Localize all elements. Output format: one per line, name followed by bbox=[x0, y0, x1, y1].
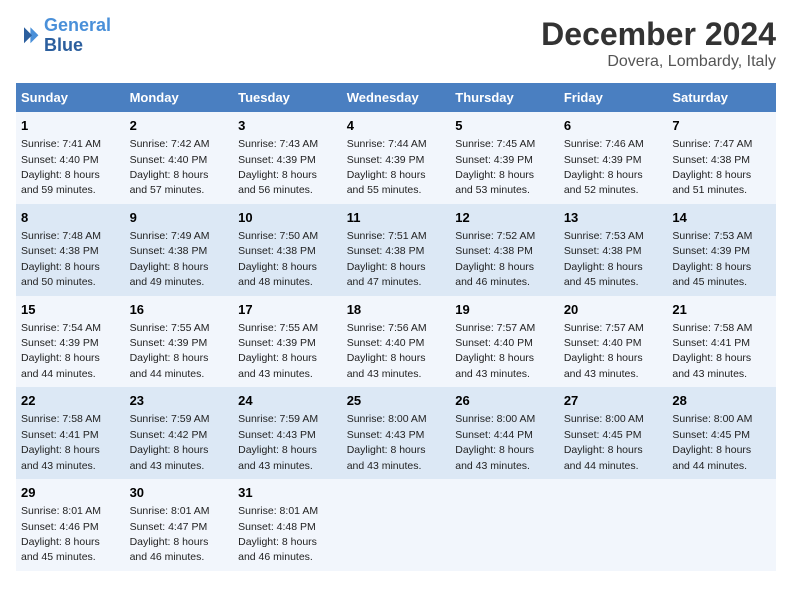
empty-cell-2 bbox=[450, 479, 559, 571]
day-15: 15 Sunrise: 7:54 AMSunset: 4:39 PMDaylig… bbox=[16, 296, 125, 388]
week-row-5: 29 Sunrise: 8:01 AMSunset: 4:46 PMDaylig… bbox=[16, 479, 776, 571]
day-22: 22 Sunrise: 7:58 AMSunset: 4:41 PMDaylig… bbox=[16, 387, 125, 479]
day-4: 4 Sunrise: 7:44 AMSunset: 4:39 PMDayligh… bbox=[342, 112, 451, 204]
logo-icon bbox=[16, 24, 40, 48]
day-14: 14 Sunrise: 7:53 AMSunset: 4:39 PMDaylig… bbox=[667, 204, 776, 296]
day-13: 13 Sunrise: 7:53 AMSunset: 4:38 PMDaylig… bbox=[559, 204, 668, 296]
day-20: 20 Sunrise: 7:57 AMSunset: 4:40 PMDaylig… bbox=[559, 296, 668, 388]
day-11: 11 Sunrise: 7:51 AMSunset: 4:38 PMDaylig… bbox=[342, 204, 451, 296]
day-7: 7 Sunrise: 7:47 AMSunset: 4:38 PMDayligh… bbox=[667, 112, 776, 204]
header-row: Sunday Monday Tuesday Wednesday Thursday… bbox=[16, 83, 776, 112]
day-28: 28 Sunrise: 8:00 AMSunset: 4:45 PMDaylig… bbox=[667, 387, 776, 479]
day-6: 6 Sunrise: 7:46 AMSunset: 4:39 PMDayligh… bbox=[559, 112, 668, 204]
week-row-2: 8 Sunrise: 7:48 AMSunset: 4:38 PMDayligh… bbox=[16, 204, 776, 296]
day-16: 16 Sunrise: 7:55 AMSunset: 4:39 PMDaylig… bbox=[125, 296, 234, 388]
day-1: 1 Sunrise: 7:41 AMSunset: 4:40 PMDayligh… bbox=[16, 112, 125, 204]
col-saturday: Saturday bbox=[667, 83, 776, 112]
day-30: 30 Sunrise: 8:01 AMSunset: 4:47 PMDaylig… bbox=[125, 479, 234, 571]
page-header: General Blue December 2024 Dovera, Lomba… bbox=[16, 16, 776, 71]
week-row-3: 15 Sunrise: 7:54 AMSunset: 4:39 PMDaylig… bbox=[16, 296, 776, 388]
day-17: 17 Sunrise: 7:55 AMSunset: 4:39 PMDaylig… bbox=[233, 296, 342, 388]
day-26: 26 Sunrise: 8:00 AMSunset: 4:44 PMDaylig… bbox=[450, 387, 559, 479]
col-wednesday: Wednesday bbox=[342, 83, 451, 112]
day-12: 12 Sunrise: 7:52 AMSunset: 4:38 PMDaylig… bbox=[450, 204, 559, 296]
day-27: 27 Sunrise: 8:00 AMSunset: 4:45 PMDaylig… bbox=[559, 387, 668, 479]
empty-cell-1 bbox=[342, 479, 451, 571]
day-29: 29 Sunrise: 8:01 AMSunset: 4:46 PMDaylig… bbox=[16, 479, 125, 571]
logo: General Blue bbox=[16, 16, 111, 56]
day-18: 18 Sunrise: 7:56 AMSunset: 4:40 PMDaylig… bbox=[342, 296, 451, 388]
day-10: 10 Sunrise: 7:50 AMSunset: 4:38 PMDaylig… bbox=[233, 204, 342, 296]
day-23: 23 Sunrise: 7:59 AMSunset: 4:42 PMDaylig… bbox=[125, 387, 234, 479]
day-25: 25 Sunrise: 8:00 AMSunset: 4:43 PMDaylig… bbox=[342, 387, 451, 479]
logo-text: General Blue bbox=[44, 16, 111, 56]
week-row-1: 1 Sunrise: 7:41 AMSunset: 4:40 PMDayligh… bbox=[16, 112, 776, 204]
day-24: 24 Sunrise: 7:59 AMSunset: 4:43 PMDaylig… bbox=[233, 387, 342, 479]
day-2: 2 Sunrise: 7:42 AMSunset: 4:40 PMDayligh… bbox=[125, 112, 234, 204]
calendar-title: December 2024 bbox=[541, 16, 776, 53]
day-19: 19 Sunrise: 7:57 AMSunset: 4:40 PMDaylig… bbox=[450, 296, 559, 388]
col-tuesday: Tuesday bbox=[233, 83, 342, 112]
calendar-subtitle: Dovera, Lombardy, Italy bbox=[541, 53, 776, 71]
col-thursday: Thursday bbox=[450, 83, 559, 112]
title-block: December 2024 Dovera, Lombardy, Italy bbox=[541, 16, 776, 71]
day-8: 8 Sunrise: 7:48 AMSunset: 4:38 PMDayligh… bbox=[16, 204, 125, 296]
col-monday: Monday bbox=[125, 83, 234, 112]
empty-cell-3 bbox=[559, 479, 668, 571]
day-5: 5 Sunrise: 7:45 AMSunset: 4:39 PMDayligh… bbox=[450, 112, 559, 204]
day-9: 9 Sunrise: 7:49 AMSunset: 4:38 PMDayligh… bbox=[125, 204, 234, 296]
day-31: 31 Sunrise: 8:01 AMSunset: 4:48 PMDaylig… bbox=[233, 479, 342, 571]
col-friday: Friday bbox=[559, 83, 668, 112]
day-21: 21 Sunrise: 7:58 AMSunset: 4:41 PMDaylig… bbox=[667, 296, 776, 388]
day-3: 3 Sunrise: 7:43 AMSunset: 4:39 PMDayligh… bbox=[233, 112, 342, 204]
week-row-4: 22 Sunrise: 7:58 AMSunset: 4:41 PMDaylig… bbox=[16, 387, 776, 479]
col-sunday: Sunday bbox=[16, 83, 125, 112]
calendar-table: Sunday Monday Tuesday Wednesday Thursday… bbox=[16, 83, 776, 571]
empty-cell-4 bbox=[667, 479, 776, 571]
